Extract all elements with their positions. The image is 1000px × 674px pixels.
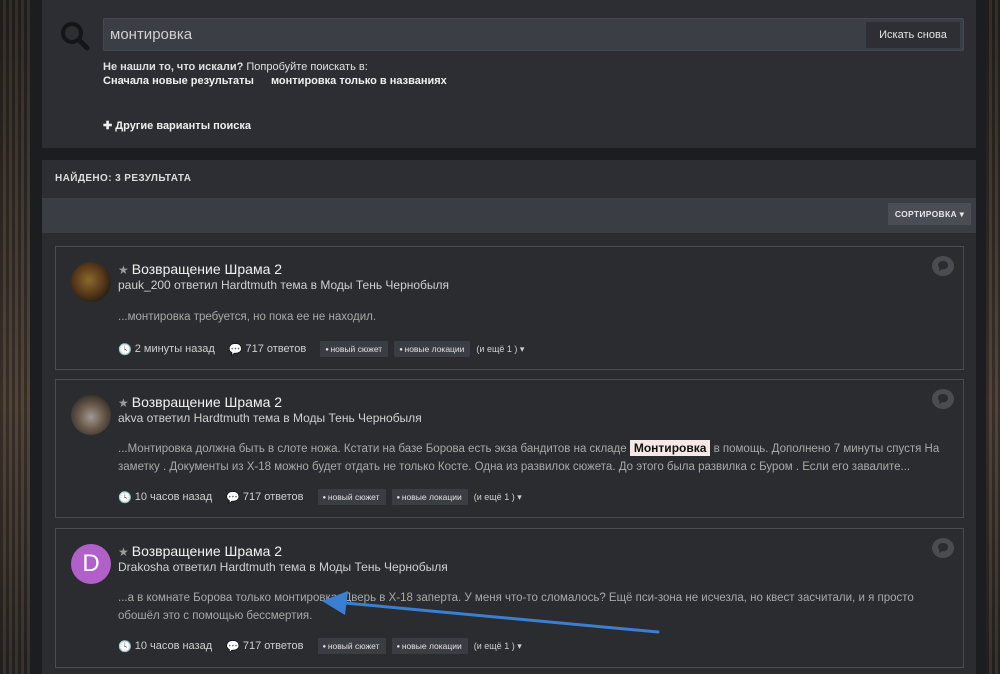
clock-icon: 🕓 [118,491,132,504]
not-found-hint: Не нашли то, что искали? Попробуйте поис… [103,61,368,73]
star-icon: ★ [118,263,129,277]
clock-icon: 🕓 [118,343,132,356]
result-byline: akva ответил Hardtmuth тема в Моды Тень … [118,411,422,425]
result-replies-text: 717 ответов [242,491,304,503]
caret-down-icon: ▾ [517,491,522,502]
search-panel: Искать снова Не нашли то, что искали? По… [42,0,976,148]
search-highlight: Монтировка [629,440,711,456]
tag-new-plot[interactable]: новый сюжет [320,341,389,357]
sort-bar: СОРТИРОВКА ▾ [42,198,976,233]
result-snippet: ...Монтировка должна быть в слоте ножа. … [118,439,948,476]
result-time: 🕓 2 минуты назад [118,343,215,356]
comment-icon: 💬 [226,640,240,653]
result-title[interactable]: ★ Возвращение Шрама 2 [118,394,282,410]
star-icon: ★ [118,545,129,559]
more-tags[interactable]: (и ещё 1 ) ▾ [474,492,522,503]
result-time-text: 10 часов назад [134,640,213,652]
sort-button[interactable]: СОРТИРОВКА ▾ [888,203,971,225]
background-left [0,0,30,674]
result-meta: 🕓10 часов назад 💬717 ответов новый сюжет… [118,638,522,654]
more-tags[interactable]: (и ещё 1 ) ▾ [476,344,524,355]
star-icon: ★ [118,396,129,410]
alternative-searches: Сначала новые результаты монтировка толь… [103,75,461,87]
search-result: ★ Возвращение Шрама 2 akva ответил Hardtm… [55,379,964,518]
reply-bubble-icon[interactable] [932,538,954,558]
result-meta: 🕓10 часов назад 💬717 ответов новый сюжет… [118,489,522,505]
comment-icon: 💬 [226,491,240,504]
search-input[interactable] [110,19,860,50]
tag-new-plot[interactable]: новый сюжет [317,489,386,505]
more-tags[interactable]: (и ещё 1 ) ▾ [474,641,522,652]
more-search-options-label: Другие варианты поиска [115,120,252,132]
tag-new-locations[interactable]: новые локации [391,489,468,505]
sort-label: СОРТИРОВКА [894,209,957,219]
newest-first-link[interactable]: Сначала новые результаты [103,75,254,87]
comment-icon: 💬 [228,343,243,356]
not-found-question: Не нашли то, что искали? [103,61,244,73]
results-panel: НАЙДЕНО: 3 РЕЗУЛЬТАТА СОРТИРОВКА ▾ ★ Возв… [42,160,976,674]
tag-new-locations[interactable]: новые локации [394,341,471,357]
result-title[interactable]: ★ Возвращение Шрама 2 [118,543,282,559]
results-count: НАЙДЕНО: 3 РЕЗУЛЬТАТА [42,160,976,198]
caret-down-icon: ▾ [517,640,522,651]
result-replies-text: 717 ответов [242,640,304,652]
result-snippet: ...а в комнате Борова только монтировка.… [118,592,914,622]
chevron-down-icon: ▾ [959,209,965,219]
more-tags-text: (и ещё 1 ) [473,491,515,502]
result-time-text: 10 часов назад [134,491,213,503]
search-result: ★ Возвращение Шрама 2 pauk_200 ответил Ha… [55,246,964,370]
avatar[interactable]: D [71,544,111,584]
result-replies: 💬 717 ответов [226,640,303,653]
titles-only-link[interactable]: монтировка только в названиях [271,75,447,87]
result-title[interactable]: ★ Возвращение Шрама 2 [118,261,282,277]
caret-down-icon: ▾ [519,343,525,354]
more-tags-text: (и ещё 1 ) [473,640,515,651]
result-title-text: Возвращение Шрама 2 [131,394,283,410]
not-found-suggestion: Попробуйте поискать в: [243,61,368,73]
search-result: D ★ Возвращение Шрама 2 Drakosha ответил … [55,528,964,668]
tag-new-plot[interactable]: новый сюжет [317,638,386,654]
result-time: 🕓 10 часов назад [118,491,212,504]
avatar[interactable] [71,395,111,435]
result-time-text: 2 минуты назад [134,343,215,355]
more-search-options-link[interactable]: ✚ Другие варианты поиска [103,119,251,132]
result-snippet: ...монтировка требуется, но пока ее не н… [118,311,377,323]
result-title-text: Возвращение Шрама 2 [131,543,283,559]
result-byline: Drakosha ответил Hardtmuth тема в Моды Т… [118,560,448,574]
result-replies: 💬 717 ответов [226,491,303,504]
result-replies-text: 717 ответов [245,343,307,355]
reply-bubble-icon[interactable] [932,389,954,409]
clock-icon: 🕓 [118,640,132,653]
snippet-text-before: ...Монтировка должна быть в слоте ножа. … [118,443,630,455]
more-tags-text: (и ещё 1 ) [476,343,518,354]
result-time: 🕓 10 часов назад [118,640,212,653]
background-right [986,0,1000,674]
tag-new-locations[interactable]: новые локации [391,638,468,654]
reply-bubble-icon[interactable] [932,256,954,276]
result-meta: 🕓2 минуты назад 💬717 ответов новый сюжет… [118,341,524,357]
avatar[interactable] [71,262,111,302]
search-icon [60,21,90,51]
result-title-text: Возвращение Шрама 2 [131,261,283,277]
plus-icon: ✚ [103,120,116,132]
result-replies: 💬 717 ответов [229,343,306,356]
result-byline: pauk_200 ответил Hardtmuth тема в Моды Т… [118,278,450,292]
search-page: Искать снова Не нашли то, что искали? По… [42,0,976,674]
search-field: Искать снова [103,18,964,51]
search-again-button[interactable]: Искать снова [866,22,960,48]
